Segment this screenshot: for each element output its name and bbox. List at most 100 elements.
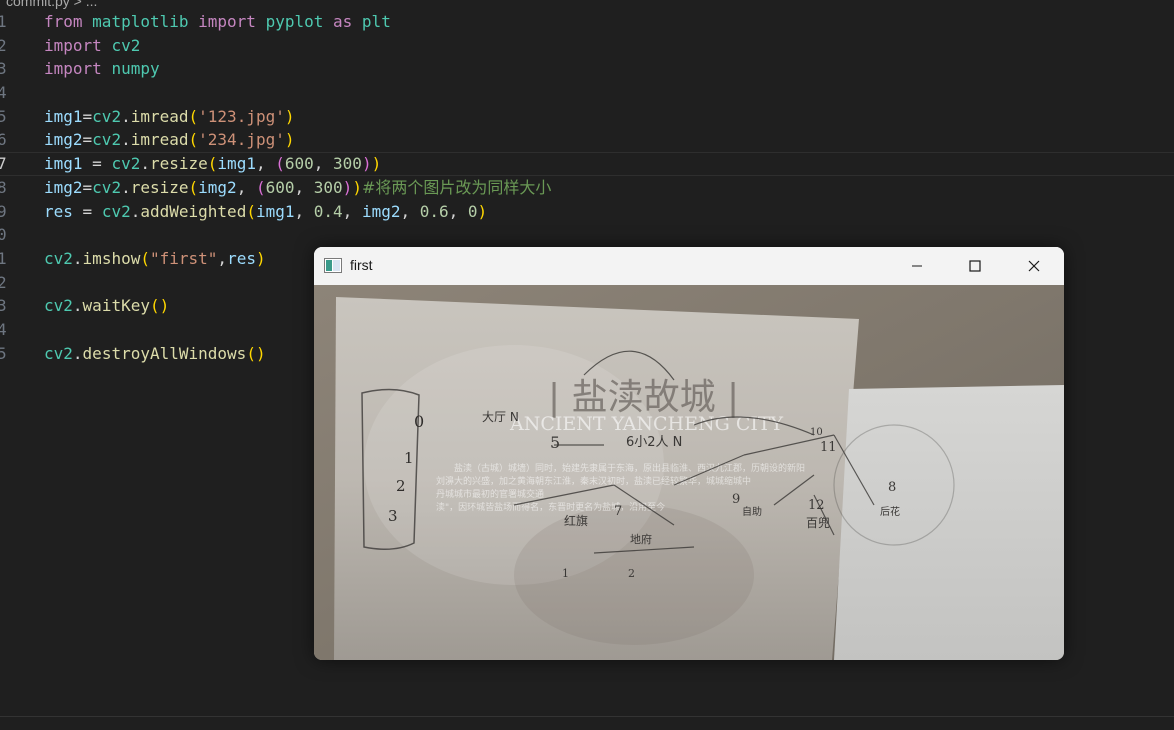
code-token: cv2 (92, 106, 122, 126)
code-token: from (44, 12, 83, 31)
code-token: cv2 (111, 35, 141, 55)
hand-label-0: 0 (414, 412, 424, 431)
line-number: 5 (0, 105, 14, 129)
code-token: , (294, 201, 314, 221)
code-token: img2 (44, 130, 83, 150)
window-titlebar[interactable]: first (314, 247, 1064, 285)
breadcrumb[interactable]: commit.py > ... (6, 0, 97, 10)
code-token: '123.jpg' (198, 106, 285, 126)
code-text: img2=cv2.imread('234.jpg') (44, 128, 295, 152)
app-icon (324, 258, 342, 273)
code-token: ( (246, 201, 256, 221)
code-token: cv2 (111, 154, 141, 174)
code-token: cv2 (92, 177, 122, 197)
overlay-title-cn: | 盐渎故城 | (548, 377, 739, 418)
hand-label-5: 5 (550, 433, 560, 452)
code-line[interactable]: 9 res = cv2.addWeighted(img1, 0.4, img2, … (0, 200, 1174, 224)
code-token: import (44, 35, 102, 55)
maximize-icon (969, 260, 981, 272)
line-number-label: 1 (0, 12, 7, 31)
code-token: imread (130, 106, 189, 126)
hand-label-2: 2 (396, 477, 406, 495)
code-token: . (130, 201, 141, 221)
line-number: 6 (0, 128, 14, 152)
code-token: = (72, 201, 102, 221)
maximize-button[interactable] (946, 247, 1004, 285)
hand-label-7: 7 (614, 504, 622, 519)
close-button[interactable] (1005, 247, 1063, 285)
code-token: ( (149, 296, 160, 316)
opencv-window[interactable]: first | 盐渎故城 | ANCIENT YANCHENG CITY 盐渎（… (314, 247, 1064, 660)
code-token: ) (352, 177, 362, 197)
code-line[interactable]: 0 (0, 223, 1174, 247)
code-text: cv2.destroyAllWindows() (44, 342, 266, 366)
hand-label-b: 红旗 (564, 513, 588, 528)
line-number: 9 (0, 200, 14, 224)
code-token: , (342, 201, 362, 221)
code-token: res (44, 201, 73, 221)
code-token: 0.6 (419, 201, 449, 221)
code-token: img1 (44, 106, 83, 126)
line-number: 7 (0, 153, 14, 175)
code-token: , (217, 248, 228, 268)
code-text: cv2.waitKey() (44, 294, 169, 318)
blended-image: | 盐渎故城 | ANCIENT YANCHENG CITY 盐渎（古城）城墙）… (314, 285, 1064, 660)
line-number-label: 4 (0, 319, 7, 339)
code-token: waitKey (82, 296, 150, 316)
overlay-title-en: ANCIENT YANCHENG CITY (509, 413, 784, 435)
line-number-label: 8 (0, 177, 7, 197)
code-token: . (72, 343, 83, 363)
hand-label-c: 地府 (630, 532, 652, 546)
code-token: , (448, 201, 468, 221)
code-line[interactable]: 5 img1=cv2.imread('123.jpg') (0, 105, 1174, 129)
line-number: 4 (0, 318, 14, 342)
code-line[interactable]: 4 (0, 81, 1174, 105)
line-number: 0 (0, 223, 14, 247)
code-token: 300 (313, 177, 343, 197)
line-number-label: 2 (0, 272, 7, 292)
code-token: "first" (149, 248, 218, 268)
code-line[interactable]: 2 import cv2 (0, 34, 1174, 58)
code-token: cv2 (44, 248, 73, 268)
code-token: ) (371, 154, 382, 174)
code-token: pyplot (265, 12, 324, 31)
line-number-label: 3 (0, 59, 7, 79)
code-token: #将两个图片改为同样大小 (361, 177, 552, 197)
code-line[interactable]: 8 img2=cv2.resize(img2, (600, 300))#将两个图片… (0, 176, 1174, 200)
hand-label-d: 百兜 (806, 515, 830, 530)
hand-label-a: 大厅 N (482, 410, 519, 424)
line-number: 2 (0, 34, 14, 58)
code-token: resize (130, 177, 189, 197)
line-number-label: 6 (0, 130, 7, 150)
code-token: imread (130, 130, 189, 150)
hand-label-10: 10 (810, 427, 823, 438)
code-token: 0.4 (313, 201, 343, 221)
line-number-label: 4 (0, 83, 7, 103)
code-line[interactable]: 1 from matplotlib import pyplot as plt (0, 10, 1174, 34)
line-number-label: 3 (0, 296, 7, 316)
panel-divider (0, 716, 1174, 717)
hand-label-g: 自助 (742, 505, 762, 518)
code-token: , (236, 177, 256, 197)
code-token: 600 (284, 154, 314, 174)
code-token: . (140, 154, 150, 174)
code-token: ) (284, 130, 295, 150)
code-token: img1 (217, 154, 256, 174)
code-line[interactable]: 7 img1 = cv2.resize(img1, (600, 300)) (0, 152, 1174, 176)
code-token: ( (246, 343, 256, 363)
minimize-button[interactable] (888, 247, 946, 285)
code-line[interactable]: 6 img2=cv2.imread('234.jpg') (0, 128, 1174, 152)
code-token: , (294, 177, 314, 197)
code-line[interactable]: 3 import numpy (0, 57, 1174, 81)
code-token: as (333, 12, 353, 31)
overlay-body-2: 刘濞大的兴盛，加之黄海朝东江淮，秦末汉初时，盐渎已经较繁华，城城缩城中 (436, 475, 751, 487)
line-number-label: 5 (0, 106, 7, 126)
code-token: ) (159, 296, 170, 316)
overlay-body-3: 丹城城市最初的官署城交通 (436, 488, 544, 500)
code-token: 600 (265, 177, 295, 197)
code-token: import (44, 59, 102, 79)
